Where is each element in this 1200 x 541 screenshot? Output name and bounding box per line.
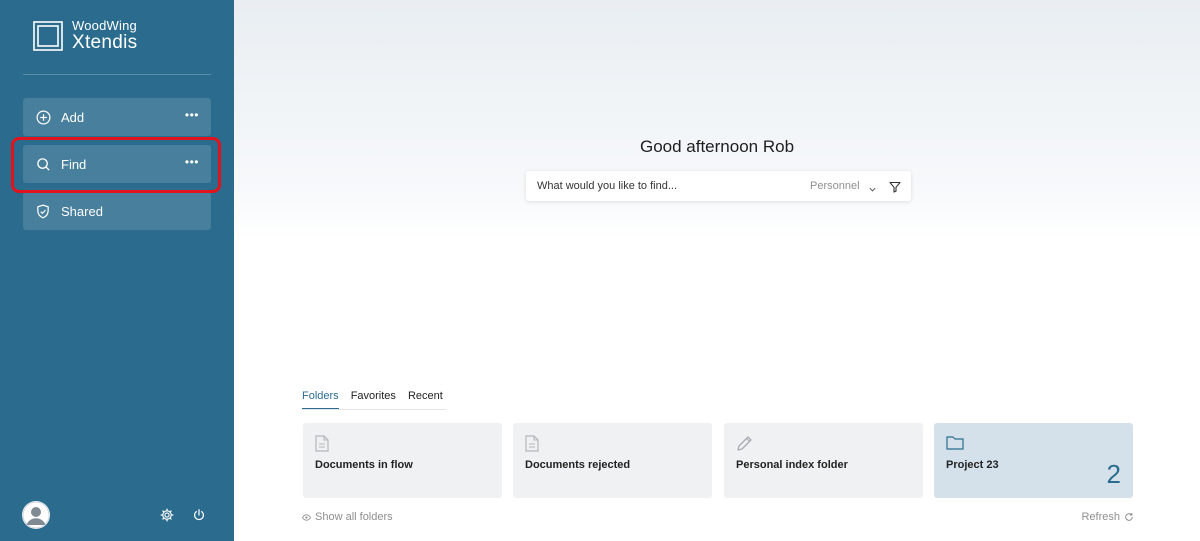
show-all-folders-link[interactable]: Show all folders — [302, 511, 393, 523]
sidebar-divider — [23, 74, 211, 75]
refresh-icon — [1124, 512, 1134, 522]
app-logo[interactable]: WoodWing Xtendis — [33, 19, 137, 52]
main-content: Good afternoon Rob Personnel Folders Fav… — [234, 0, 1200, 541]
sidebar-item-add[interactable]: Add ••• — [23, 98, 211, 136]
more-icon[interactable]: ••• — [185, 108, 199, 122]
chevron-down-icon[interactable] — [868, 181, 877, 199]
folder-tabs: Folders Favorites Recent — [302, 390, 455, 410]
page-greeting: Good afternoon Rob — [639, 137, 795, 156]
document-icon — [315, 435, 329, 457]
brand-line1: WoodWing — [72, 18, 137, 33]
refresh-label: Refresh — [1081, 511, 1120, 523]
eye-icon — [302, 513, 311, 521]
tab-recent[interactable]: Recent — [408, 390, 443, 410]
card-label: Documents rejected — [525, 459, 631, 471]
folder-card-project-23[interactable]: Project 23 2 — [934, 423, 1133, 498]
avatar[interactable] — [22, 501, 50, 529]
find-highlight-outline — [11, 137, 221, 193]
show-all-label: Show all folders — [315, 511, 393, 523]
folder-icon — [946, 435, 964, 455]
card-count: 2 — [1106, 459, 1121, 489]
search-bar: Personnel — [526, 171, 911, 201]
search-input[interactable] — [537, 171, 787, 201]
card-label: Personal index folder — [736, 459, 848, 471]
sidebar: WoodWing Xtendis Add ••• Find ••• Shared — [0, 0, 234, 541]
folder-card-documents-rejected[interactable]: Documents rejected — [513, 423, 712, 498]
pencil-icon — [736, 435, 753, 457]
sidebar-item-label: Shared — [61, 203, 103, 219]
folder-card-personal-index[interactable]: Personal index folder — [724, 423, 923, 498]
shield-icon — [35, 203, 51, 219]
plus-circle-icon — [35, 109, 51, 125]
document-icon — [525, 435, 539, 457]
brand-line2: Xtendis — [72, 32, 138, 53]
filter-icon[interactable] — [889, 180, 901, 198]
card-label: Documents in flow — [315, 459, 413, 471]
tabs-underline — [302, 409, 446, 410]
search-scope-select[interactable]: Personnel — [810, 180, 860, 192]
logo-mark-icon — [33, 20, 63, 51]
tab-folders[interactable]: Folders — [302, 390, 339, 410]
sidebar-item-shared[interactable]: Shared — [23, 192, 211, 230]
card-label: Project 23 — [946, 459, 999, 471]
tab-favorites[interactable]: Favorites — [351, 390, 396, 410]
power-icon[interactable] — [192, 508, 206, 522]
refresh-button[interactable]: Refresh — [1081, 511, 1134, 523]
folder-card-documents-in-flow[interactable]: Documents in flow — [303, 423, 502, 498]
sidebar-item-label: Add — [61, 109, 85, 125]
gear-icon[interactable] — [160, 508, 174, 522]
